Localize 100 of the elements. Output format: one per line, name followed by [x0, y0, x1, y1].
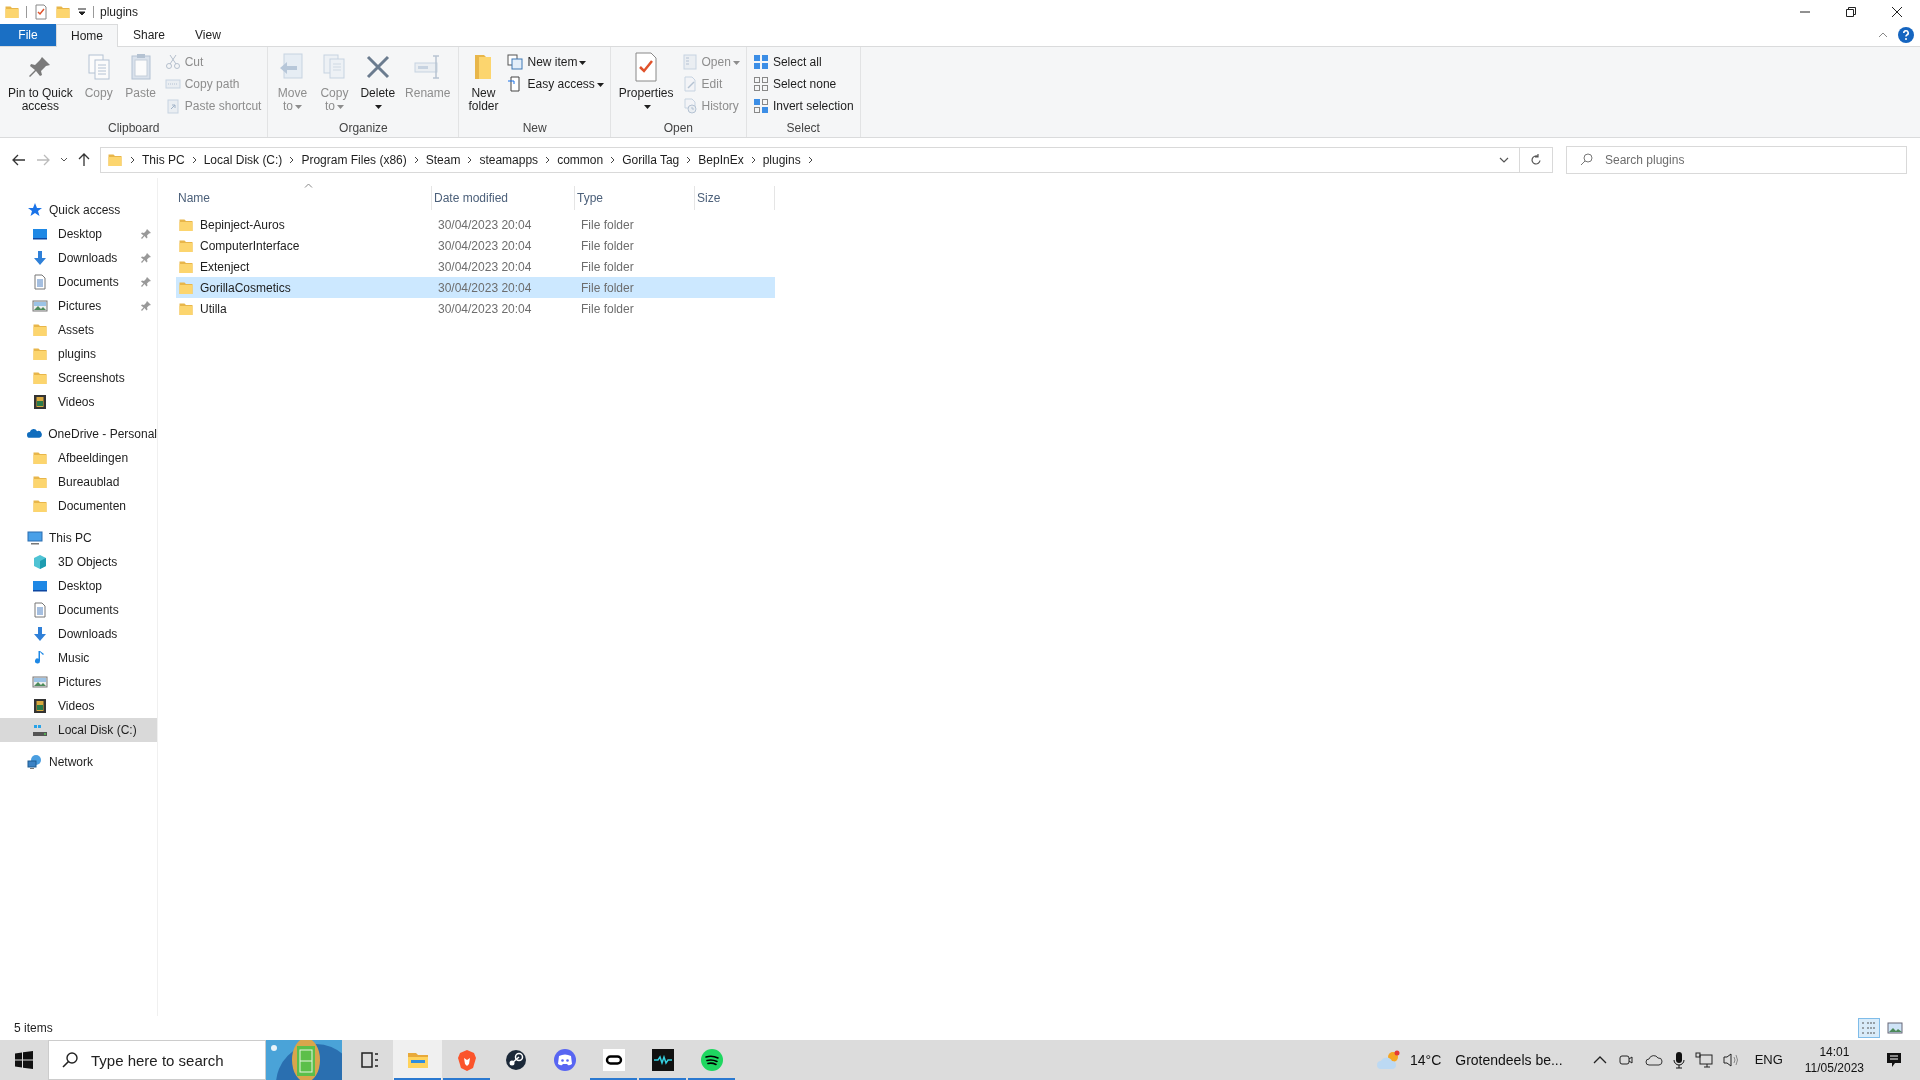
nav-item[interactable]: OneDrive - Personal	[0, 422, 157, 446]
file-row[interactable]: Bepinject-Auros 30/04/2023 20:04 File folder	[176, 214, 775, 235]
pin-icon[interactable]	[141, 229, 151, 239]
nav-item[interactable]: Desktop	[0, 574, 157, 598]
file-row[interactable]: Utilla 30/04/2023 20:04 File folder	[176, 298, 775, 319]
breadcrumb[interactable]: Local Disk (C:)	[203, 151, 283, 169]
nav-item[interactable]: Local Disk (C:)	[0, 718, 157, 742]
up-arrow-icon[interactable]	[78, 153, 90, 167]
ribbon-button[interactable]: Select all	[750, 51, 856, 73]
ribbon-button[interactable]: Pin to Quick access	[4, 51, 77, 113]
nav-item[interactable]: Quick access	[0, 198, 157, 222]
column-header[interactable]: Date modified	[432, 186, 575, 210]
ribbon-button[interactable]: Delete	[356, 51, 400, 113]
ribbon-group-label: Open	[662, 121, 695, 137]
nav-item[interactable]: Pictures	[0, 294, 157, 318]
clock[interactable]: 14:01 11/05/2023	[1804, 1044, 1864, 1076]
file-row[interactable]: GorillaCosmetics 30/04/2023 20:04 File folder	[176, 277, 775, 298]
table-cell-text: 30/04/2023 20:04	[437, 216, 533, 234]
pin-icon[interactable]	[141, 253, 151, 263]
ribbon-button[interactable]: New folder	[463, 51, 504, 113]
nav-item[interactable]: Bureaublad	[0, 470, 157, 494]
weather-widget[interactable]: 14°C Grotendeels be...	[1371, 1040, 1567, 1080]
download-arrow-icon	[32, 626, 48, 642]
breadcrumb[interactable]: This PC	[142, 151, 185, 169]
microphone-icon[interactable]	[1672, 1051, 1685, 1069]
chevron-right-icon[interactable]	[467, 156, 473, 164]
ribbon-button[interactable]: Properties	[614, 51, 678, 113]
pin-icon[interactable]	[141, 301, 151, 311]
nav-item[interactable]: This PC	[0, 526, 157, 550]
nav-item[interactable]: Afbeeldingen	[0, 446, 157, 470]
nav-item[interactable]: 3D Objects	[0, 550, 157, 574]
chevron-right-icon[interactable]	[545, 156, 551, 164]
address-bar[interactable]: This PC Local Disk (C:) Program Files (x86) Steam steamapps common Gorilla Tag BepInEx plugins	[100, 147, 1553, 173]
search-field[interactable]: Search plugins	[1566, 146, 1907, 174]
help-icon[interactable]	[1898, 27, 1914, 43]
collapse-ribbon-icon[interactable]	[1878, 31, 1888, 39]
breadcrumb[interactable]: Program Files (x86)	[301, 151, 407, 169]
camera-icon[interactable]	[1618, 1052, 1633, 1068]
chevron-down-icon[interactable]	[1499, 156, 1509, 164]
nav-item[interactable]: Videos	[0, 390, 157, 414]
nav-item[interactable]: Downloads	[0, 246, 157, 270]
nav-item[interactable]: Assets	[0, 318, 157, 342]
nav-item[interactable]: Downloads	[0, 622, 157, 646]
ribbon-tab[interactable]: Share	[118, 24, 181, 46]
breadcrumb[interactable]: Steam	[425, 151, 461, 169]
cloud-icon[interactable]	[1644, 1054, 1663, 1066]
picture-icon	[32, 674, 48, 690]
back-arrow-icon[interactable]	[12, 154, 26, 166]
nav-item[interactable]: Videos	[0, 694, 157, 718]
taskbar-search-field[interactable]: Type here to search	[48, 1040, 266, 1080]
folder-icon	[32, 474, 48, 490]
nav-item[interactable]: Screenshots	[0, 366, 157, 390]
ribbon-button[interactable]: New item	[505, 51, 606, 73]
ribbon-button[interactable]: Invert selection	[750, 95, 856, 117]
chevron-right-icon[interactable]	[610, 156, 616, 164]
nav-item[interactable]: Network	[0, 750, 157, 774]
pin-icon[interactable]	[141, 277, 151, 287]
nav-item[interactable]: plugins	[0, 342, 157, 366]
file-tab[interactable]: File	[0, 24, 56, 46]
breadcrumb[interactable]: plugins	[762, 151, 801, 169]
window-title: plugins	[100, 4, 139, 21]
ribbon-button[interactable]: Easy access	[505, 73, 606, 95]
chevron-right-icon[interactable]	[289, 156, 295, 164]
table-cell-text: File folder	[580, 216, 635, 234]
nav-item[interactable]: Documenten	[0, 494, 157, 518]
chevron-up-icon[interactable]	[1592, 1056, 1607, 1064]
table-cell-text: File folder	[580, 279, 635, 297]
ribbon-button[interactable]: Select none	[750, 73, 856, 95]
speaker-icon[interactable]	[1722, 1052, 1741, 1068]
chevron-right-icon[interactable]	[750, 156, 756, 164]
network-icon[interactable]	[1694, 1052, 1713, 1068]
chevron-right-icon[interactable]	[191, 156, 197, 164]
nav-item[interactable]: Desktop	[0, 222, 157, 246]
refresh-icon[interactable]	[1530, 154, 1542, 166]
breadcrumb[interactable]: steamapps	[479, 151, 539, 169]
file-row[interactable]: ComputerInterface 30/04/2023 20:04 File folder	[176, 235, 775, 256]
column-header[interactable]: Size	[695, 186, 775, 210]
properties-icon[interactable]	[33, 4, 49, 20]
breadcrumb[interactable]: Gorilla Tag	[622, 151, 680, 169]
nav-item[interactable]: Pictures	[0, 670, 157, 694]
ribbon-tab[interactable]: Home	[56, 24, 118, 47]
breadcrumb[interactable]: BepInEx	[698, 151, 744, 169]
nav-item[interactable]: Music	[0, 646, 157, 670]
chevron-right-icon[interactable]	[130, 156, 135, 164]
chevron-down-icon[interactable]	[60, 157, 68, 163]
column-header[interactable]: Type	[575, 186, 695, 210]
notifications-icon[interactable]	[1886, 1052, 1902, 1068]
chevron-right-icon[interactable]	[686, 156, 692, 164]
file-name: GorillaCosmetics	[200, 279, 291, 297]
chevron-right-icon[interactable]	[413, 156, 419, 164]
column-header[interactable]: Name	[176, 186, 432, 210]
chevron-right-icon[interactable]	[807, 156, 813, 164]
folder-icon	[32, 498, 48, 514]
nav-item[interactable]: Documents	[0, 270, 157, 294]
ribbon-tab[interactable]: View	[180, 24, 236, 46]
file-row[interactable]: Extenject 30/04/2023 20:04 File folder	[176, 256, 775, 277]
language-indicator[interactable]: ENG	[1754, 1050, 1783, 1070]
breadcrumb[interactable]: common	[557, 151, 604, 169]
dropdown-icon[interactable]	[77, 7, 87, 17]
nav-item[interactable]: Documents	[0, 598, 157, 622]
